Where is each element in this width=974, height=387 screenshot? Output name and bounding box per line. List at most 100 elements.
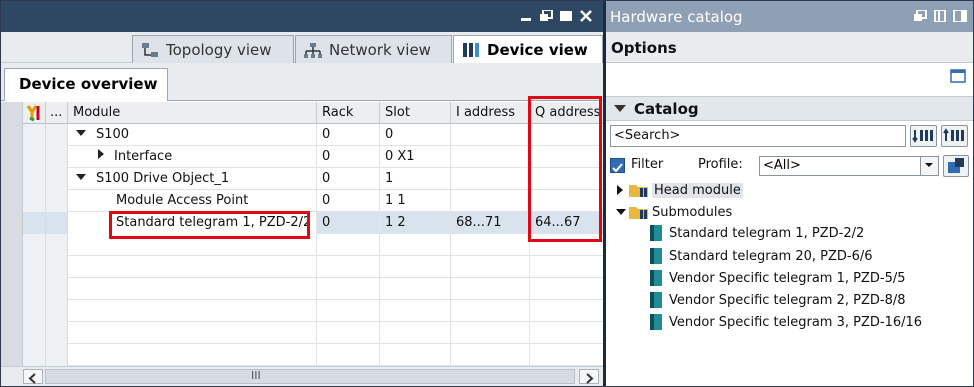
column-q-address-header[interactable]: Q address bbox=[530, 102, 603, 124]
rack-cell[interactable]: 0 bbox=[317, 146, 380, 168]
tia-portal-window: Topology view Network view Device view D… bbox=[0, 0, 974, 387]
collapsed-icon[interactable] bbox=[616, 184, 624, 196]
options-header[interactable]: Options bbox=[606, 32, 973, 63]
catalog-item-label: Standard telegram 1, PZD-2/2 bbox=[669, 225, 865, 241]
tab-topology-view[interactable]: Topology view bbox=[132, 35, 294, 63]
table-row[interactable]: Module Access Point 0 1 1 bbox=[1, 190, 603, 212]
column-rack-header[interactable]: Rack bbox=[317, 102, 380, 124]
search-up-button[interactable] bbox=[941, 125, 968, 147]
checkmark-icon bbox=[612, 163, 623, 173]
rack-cell[interactable]: 0 bbox=[317, 190, 380, 212]
rack-cell[interactable]: 0 bbox=[317, 124, 380, 146]
restore-icon[interactable] bbox=[913, 10, 927, 22]
topology-icon bbox=[142, 42, 158, 57]
catalog-item-label: Vendor Specific telegram 2, PZD-8/8 bbox=[669, 292, 906, 308]
pin-icon[interactable] bbox=[933, 10, 947, 22]
search-up-icon bbox=[943, 128, 964, 141]
column-filter-header[interactable] bbox=[23, 102, 46, 124]
maximize-icon[interactable] bbox=[559, 10, 573, 22]
module-icon bbox=[650, 248, 662, 264]
minimize-icon[interactable] bbox=[519, 10, 533, 22]
dropdown-arrow[interactable] bbox=[920, 157, 938, 175]
profile-settings-icon bbox=[948, 158, 964, 173]
column-dots-header[interactable]: ... bbox=[46, 102, 68, 124]
slot-cell[interactable]: 1 1 bbox=[380, 190, 451, 212]
q-address-cell[interactable] bbox=[530, 190, 603, 212]
i-address-cell[interactable] bbox=[451, 124, 530, 146]
table-row[interactable]: S100 0 0 bbox=[1, 124, 603, 146]
catalog-header[interactable]: Catalog bbox=[606, 96, 973, 121]
module-cell[interactable]: Interface bbox=[68, 146, 317, 168]
table-row-empty bbox=[1, 300, 603, 322]
network-icon bbox=[304, 42, 322, 58]
slot-cell[interactable]: 0 bbox=[380, 124, 451, 146]
i-address-cell[interactable] bbox=[451, 190, 530, 212]
catalog-search-input[interactable]: <Search> bbox=[610, 125, 906, 147]
module-icon bbox=[650, 292, 662, 308]
restore-icon[interactable] bbox=[539, 10, 553, 22]
search-down-button[interactable] bbox=[910, 125, 937, 147]
column-slot-header[interactable]: Slot bbox=[380, 102, 451, 124]
tree-item-head-module[interactable]: Head module bbox=[616, 180, 743, 200]
catalog-item[interactable]: Vendor Specific telegram 3, PZD-16/16 bbox=[649, 312, 922, 332]
scroll-thumb[interactable]: III bbox=[45, 369, 575, 384]
profile-dropdown[interactable]: <All> bbox=[759, 156, 939, 176]
module-icon bbox=[650, 270, 662, 286]
q-address-cell[interactable] bbox=[530, 124, 603, 146]
profile-settings-button[interactable] bbox=[943, 155, 969, 177]
expanded-icon[interactable] bbox=[616, 208, 626, 216]
slot-cell[interactable]: 1 2 bbox=[380, 212, 451, 234]
slot-cell[interactable]: 1 bbox=[380, 168, 451, 190]
catalog-item[interactable]: Standard telegram 1, PZD-2/2 bbox=[649, 223, 864, 243]
tab-network-view[interactable]: Network view bbox=[295, 35, 452, 63]
panel-toggle-icon[interactable] bbox=[950, 69, 966, 83]
catalog-item[interactable]: Vendor Specific telegram 1, PZD-5/5 bbox=[649, 268, 906, 288]
tab-device-overview[interactable]: Device overview bbox=[4, 68, 168, 101]
q-address-cell[interactable]: 64...67 bbox=[530, 212, 603, 234]
table-row-empty bbox=[1, 322, 603, 344]
scroll-left-button[interactable] bbox=[23, 369, 43, 384]
tree-label: Head module bbox=[652, 182, 743, 198]
rack-cell[interactable]: 0 bbox=[317, 168, 380, 190]
tree-item-submodules[interactable]: Submodules bbox=[616, 202, 732, 222]
module-cell[interactable]: Standard telegram 1, PZD-2/2 bbox=[68, 212, 317, 234]
i-address-cell[interactable] bbox=[451, 168, 530, 190]
table-row[interactable]: S100 Drive Object_1 0 1 bbox=[1, 168, 603, 190]
folder-open-icon bbox=[629, 207, 648, 219]
table-row[interactable]: Interface 0 0 X1 bbox=[1, 146, 603, 168]
i-address-cell[interactable]: 68...71 bbox=[451, 212, 530, 234]
q-address-cell[interactable] bbox=[530, 168, 603, 190]
diagnostics-icon bbox=[26, 105, 40, 122]
scroll-right-button[interactable] bbox=[579, 369, 599, 384]
i-address-cell[interactable] bbox=[451, 146, 530, 168]
close-icon[interactable] bbox=[579, 10, 593, 22]
table-row-empty bbox=[1, 278, 603, 300]
profile-label: Profile: bbox=[698, 157, 743, 172]
rack-cell[interactable]: 0 bbox=[317, 212, 380, 234]
horizontal-scrollbar[interactable]: III bbox=[1, 366, 603, 386]
device-icon bbox=[463, 43, 479, 57]
module-cell[interactable]: Module Access Point bbox=[68, 190, 317, 212]
tree-label: Submodules bbox=[652, 204, 733, 220]
catalog-item[interactable]: Standard telegram 20, PZD-6/6 bbox=[649, 246, 873, 266]
column-i-address-header[interactable]: I address bbox=[451, 102, 530, 124]
catalog-item[interactable]: Vendor Specific telegram 2, PZD-8/8 bbox=[649, 290, 906, 310]
collapsed-icon[interactable] bbox=[98, 149, 104, 159]
table-header: ... Module Rack Slot I address Q address bbox=[1, 102, 603, 124]
column-module-header[interactable]: Module bbox=[68, 102, 317, 124]
module-cell[interactable]: S100 Drive Object_1 bbox=[68, 168, 317, 190]
filter-checkbox[interactable] bbox=[610, 158, 625, 173]
slot-cell[interactable]: 0 X1 bbox=[380, 146, 451, 168]
tab-device-view[interactable]: Device view bbox=[453, 35, 603, 64]
chevron-down-icon bbox=[614, 105, 626, 112]
q-address-cell[interactable] bbox=[530, 146, 603, 168]
device-view-pane: Topology view Network view Device view D… bbox=[1, 1, 603, 386]
chevron-down-icon bbox=[925, 163, 933, 167]
folder-icon bbox=[629, 185, 648, 197]
expanded-icon[interactable] bbox=[76, 174, 86, 180]
catalog-label: Catalog bbox=[634, 100, 699, 118]
module-cell[interactable]: S100 bbox=[68, 124, 317, 146]
expanded-icon[interactable] bbox=[76, 130, 86, 136]
table-row-selected[interactable]: Standard telegram 1, PZD-2/2 0 1 2 68...… bbox=[1, 212, 603, 234]
side-panel-icon[interactable] bbox=[953, 10, 967, 22]
